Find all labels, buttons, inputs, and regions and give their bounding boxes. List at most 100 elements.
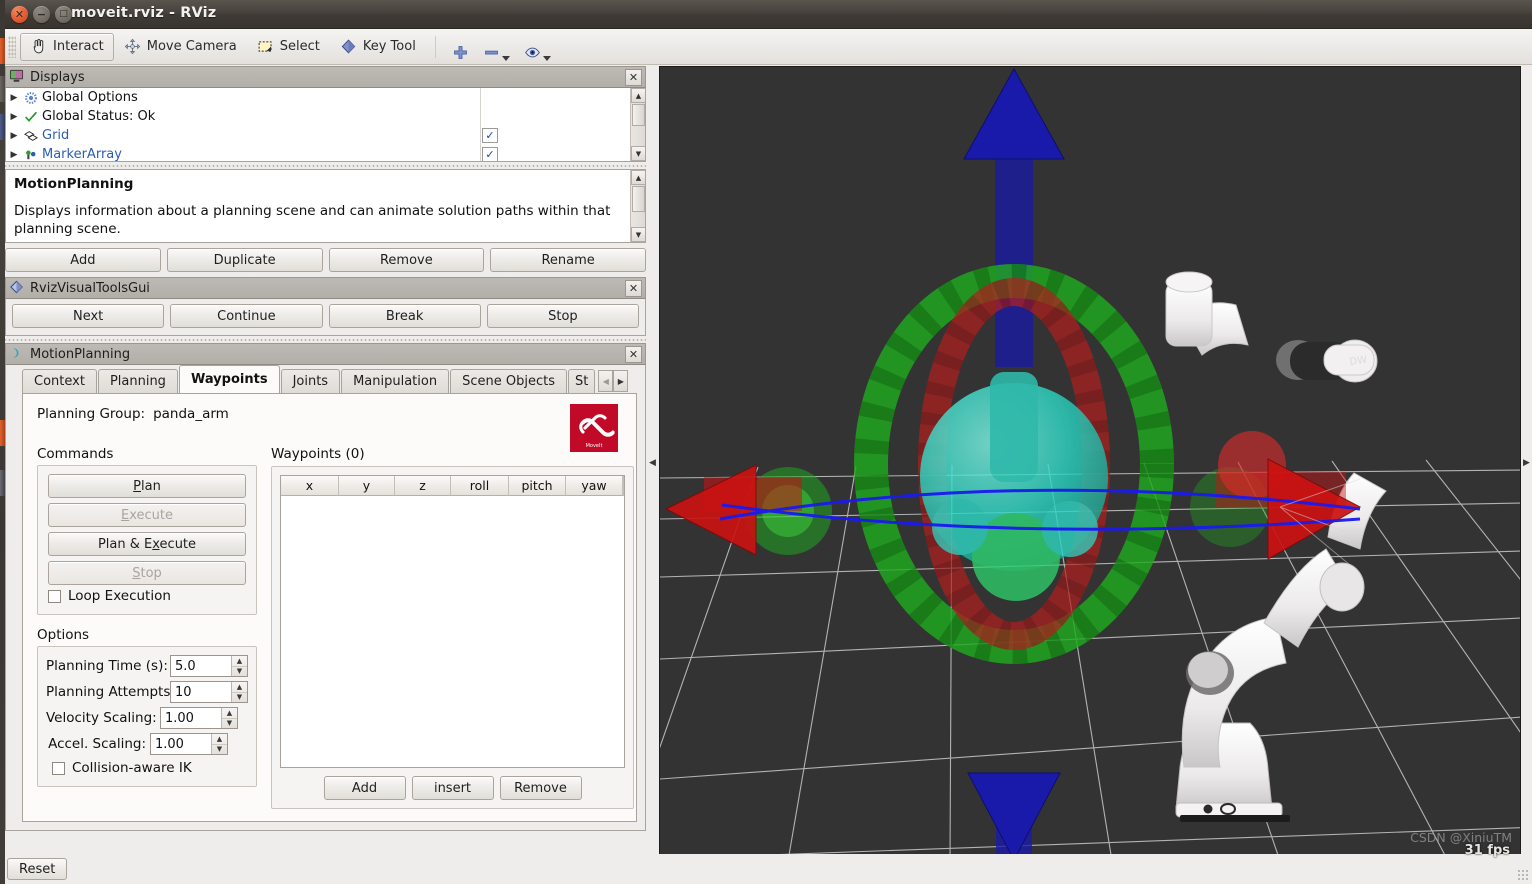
- visibility-tool-button[interactable]: [517, 33, 558, 61]
- tab-scroll-right-button[interactable]: ▶: [613, 370, 629, 392]
- spinner-arrows[interactable]: ▲ ▼: [221, 708, 237, 728]
- panel-splitter[interactable]: [5, 336, 646, 343]
- add-tool-button[interactable]: [445, 33, 476, 61]
- minimize-window-button[interactable]: −: [33, 6, 50, 23]
- expand-arrow-icon[interactable]: ▶: [6, 131, 22, 141]
- column-header-z[interactable]: z: [395, 476, 451, 496]
- expand-arrow-icon[interactable]: ▶: [6, 93, 22, 103]
- scrollbar-thumb[interactable]: [632, 186, 645, 212]
- waypoints-table[interactable]: x y z roll pitch yaw: [280, 475, 625, 768]
- tree-item-checkbox[interactable]: ✓: [482, 128, 498, 143]
- column-header-roll[interactable]: roll: [451, 476, 509, 496]
- tree-item-global-options[interactable]: ▶ Global Options: [6, 88, 629, 107]
- stop-button[interactable]: Stop: [48, 561, 246, 585]
- spin-down-icon[interactable]: ▼: [232, 693, 247, 703]
- expand-arrow-icon[interactable]: ▶: [6, 112, 22, 122]
- spin-up-icon[interactable]: ▲: [232, 682, 247, 693]
- collision-aware-ik-row[interactable]: Collision-aware IK: [46, 760, 248, 776]
- spinner-arrows[interactable]: ▲ ▼: [231, 656, 247, 676]
- planning-group-value[interactable]: panda_arm: [153, 406, 229, 422]
- planning-time-input[interactable]: [171, 656, 231, 676]
- plan-button[interactable]: Plan: [48, 474, 246, 498]
- displays-tree-scrollbar[interactable]: ▲ ▼: [630, 88, 645, 161]
- reset-button[interactable]: Reset: [7, 858, 68, 880]
- spin-up-icon[interactable]: ▲: [222, 708, 237, 719]
- tab-manipulation[interactable]: Manipulation: [341, 369, 450, 393]
- add-waypoint-button[interactable]: Add: [323, 776, 406, 800]
- chevron-down-icon[interactable]: [501, 55, 510, 61]
- displays-tree[interactable]: ▶ Global Options ▶ Global Status: Ok ▶ G…: [5, 88, 646, 162]
- spin-down-icon[interactable]: ▼: [212, 745, 227, 755]
- next-button[interactable]: Next: [12, 304, 165, 328]
- tab-stored-states[interactable]: St: [567, 369, 596, 393]
- expand-arrow-icon[interactable]: ▶: [6, 150, 22, 160]
- tool-select-button[interactable]: Select: [247, 33, 330, 61]
- tree-item-grid[interactable]: ▶ Grid ✓: [6, 126, 629, 145]
- remove-display-button[interactable]: Remove: [328, 248, 485, 272]
- loop-execution-checkbox[interactable]: [48, 589, 61, 603]
- planning-attempts-spinner[interactable]: ▲▼: [170, 681, 248, 703]
- tab-joints[interactable]: Joints: [280, 369, 341, 393]
- toolbar-drag-handle[interactable]: [8, 35, 16, 58]
- tool-key-tool-button[interactable]: Key Tool: [330, 33, 426, 61]
- maximize-window-button[interactable]: □: [55, 6, 72, 23]
- launcher-item[interactable]: [0, 38, 5, 64]
- launcher-item[interactable]: [0, 470, 5, 496]
- break-button[interactable]: Break: [328, 304, 481, 328]
- tab-waypoints[interactable]: Waypoints: [178, 365, 280, 393]
- spinner-arrows[interactable]: ▲ ▼: [231, 682, 247, 702]
- execute-button[interactable]: Execute: [48, 503, 246, 527]
- accel-scaling-spinner[interactable]: ▲▼: [150, 733, 228, 755]
- close-motion-planning-panel-button[interactable]: ✕: [625, 346, 642, 363]
- launcher-item[interactable]: [0, 114, 5, 140]
- column-header-yaw[interactable]: yaw: [566, 476, 623, 496]
- scroll-down-icon[interactable]: ▼: [631, 146, 645, 161]
- panel-splitter[interactable]: [5, 162, 646, 169]
- rename-display-button[interactable]: Rename: [490, 248, 646, 272]
- planning-time-spinner[interactable]: ▲▼: [170, 655, 248, 677]
- tab-scene-objects[interactable]: Scene Objects: [450, 369, 567, 393]
- insert-waypoint-button[interactable]: insert: [411, 776, 494, 800]
- collision-aware-ik-checkbox[interactable]: [52, 761, 65, 775]
- description-scrollbar[interactable]: ▲ ▼: [630, 170, 645, 242]
- column-header-x[interactable]: x: [281, 476, 339, 496]
- tab-planning[interactable]: Planning: [97, 369, 178, 393]
- close-displays-panel-button[interactable]: ✕: [625, 69, 642, 86]
- 3d-render-view[interactable]: DW CSDN @XiniuTM 31 fps: [659, 66, 1521, 860]
- stop-button[interactable]: Stop: [486, 304, 639, 328]
- collapse-right-panel-handle[interactable]: ▶: [1521, 66, 1532, 860]
- spinner-arrows[interactable]: ▲ ▼: [211, 734, 227, 754]
- scroll-up-icon[interactable]: ▲: [631, 88, 645, 103]
- tab-scroll-left-button[interactable]: ◀: [598, 370, 614, 392]
- velocity-scaling-spinner[interactable]: ▲▼: [160, 707, 238, 729]
- launcher-item[interactable]: [0, 76, 5, 102]
- scrollbar-thumb[interactable]: [632, 104, 645, 126]
- chevron-down-icon[interactable]: [542, 55, 551, 61]
- window-resize-grip[interactable]: [1517, 869, 1529, 881]
- scroll-up-icon[interactable]: ▲: [631, 170, 645, 185]
- velocity-scaling-input[interactable]: [161, 708, 221, 728]
- tab-context[interactable]: Context: [22, 369, 97, 393]
- column-header-pitch[interactable]: pitch: [509, 476, 566, 496]
- spin-up-icon[interactable]: ▲: [232, 656, 247, 667]
- loop-execution-row[interactable]: Loop Execution: [48, 588, 246, 604]
- add-display-button[interactable]: Add: [5, 248, 161, 272]
- spin-down-icon[interactable]: ▼: [222, 719, 237, 729]
- remove-waypoint-button[interactable]: Remove: [499, 776, 582, 800]
- accel-scaling-input[interactable]: [151, 734, 211, 754]
- collapse-left-panel-handle[interactable]: ◀: [646, 66, 659, 860]
- continue-button[interactable]: Continue: [170, 304, 323, 328]
- planning-attempts-input[interactable]: [171, 682, 231, 702]
- plan-and-execute-button[interactable]: Plan & Execute: [48, 532, 246, 556]
- tree-item-global-status[interactable]: ▶ Global Status: Ok: [6, 107, 629, 126]
- spin-up-icon[interactable]: ▲: [212, 734, 227, 745]
- close-window-button[interactable]: ✕: [11, 6, 28, 23]
- column-header-y[interactable]: y: [339, 476, 395, 496]
- launcher-item[interactable]: [0, 420, 5, 446]
- duplicate-display-button[interactable]: Duplicate: [166, 248, 323, 272]
- remove-tool-button[interactable]: [476, 33, 517, 61]
- close-rviz-visual-tools-panel-button[interactable]: ✕: [625, 280, 642, 297]
- spin-down-icon[interactable]: ▼: [232, 667, 247, 677]
- tool-interact-button[interactable]: Interact: [20, 32, 114, 61]
- scroll-down-icon[interactable]: ▼: [631, 227, 645, 242]
